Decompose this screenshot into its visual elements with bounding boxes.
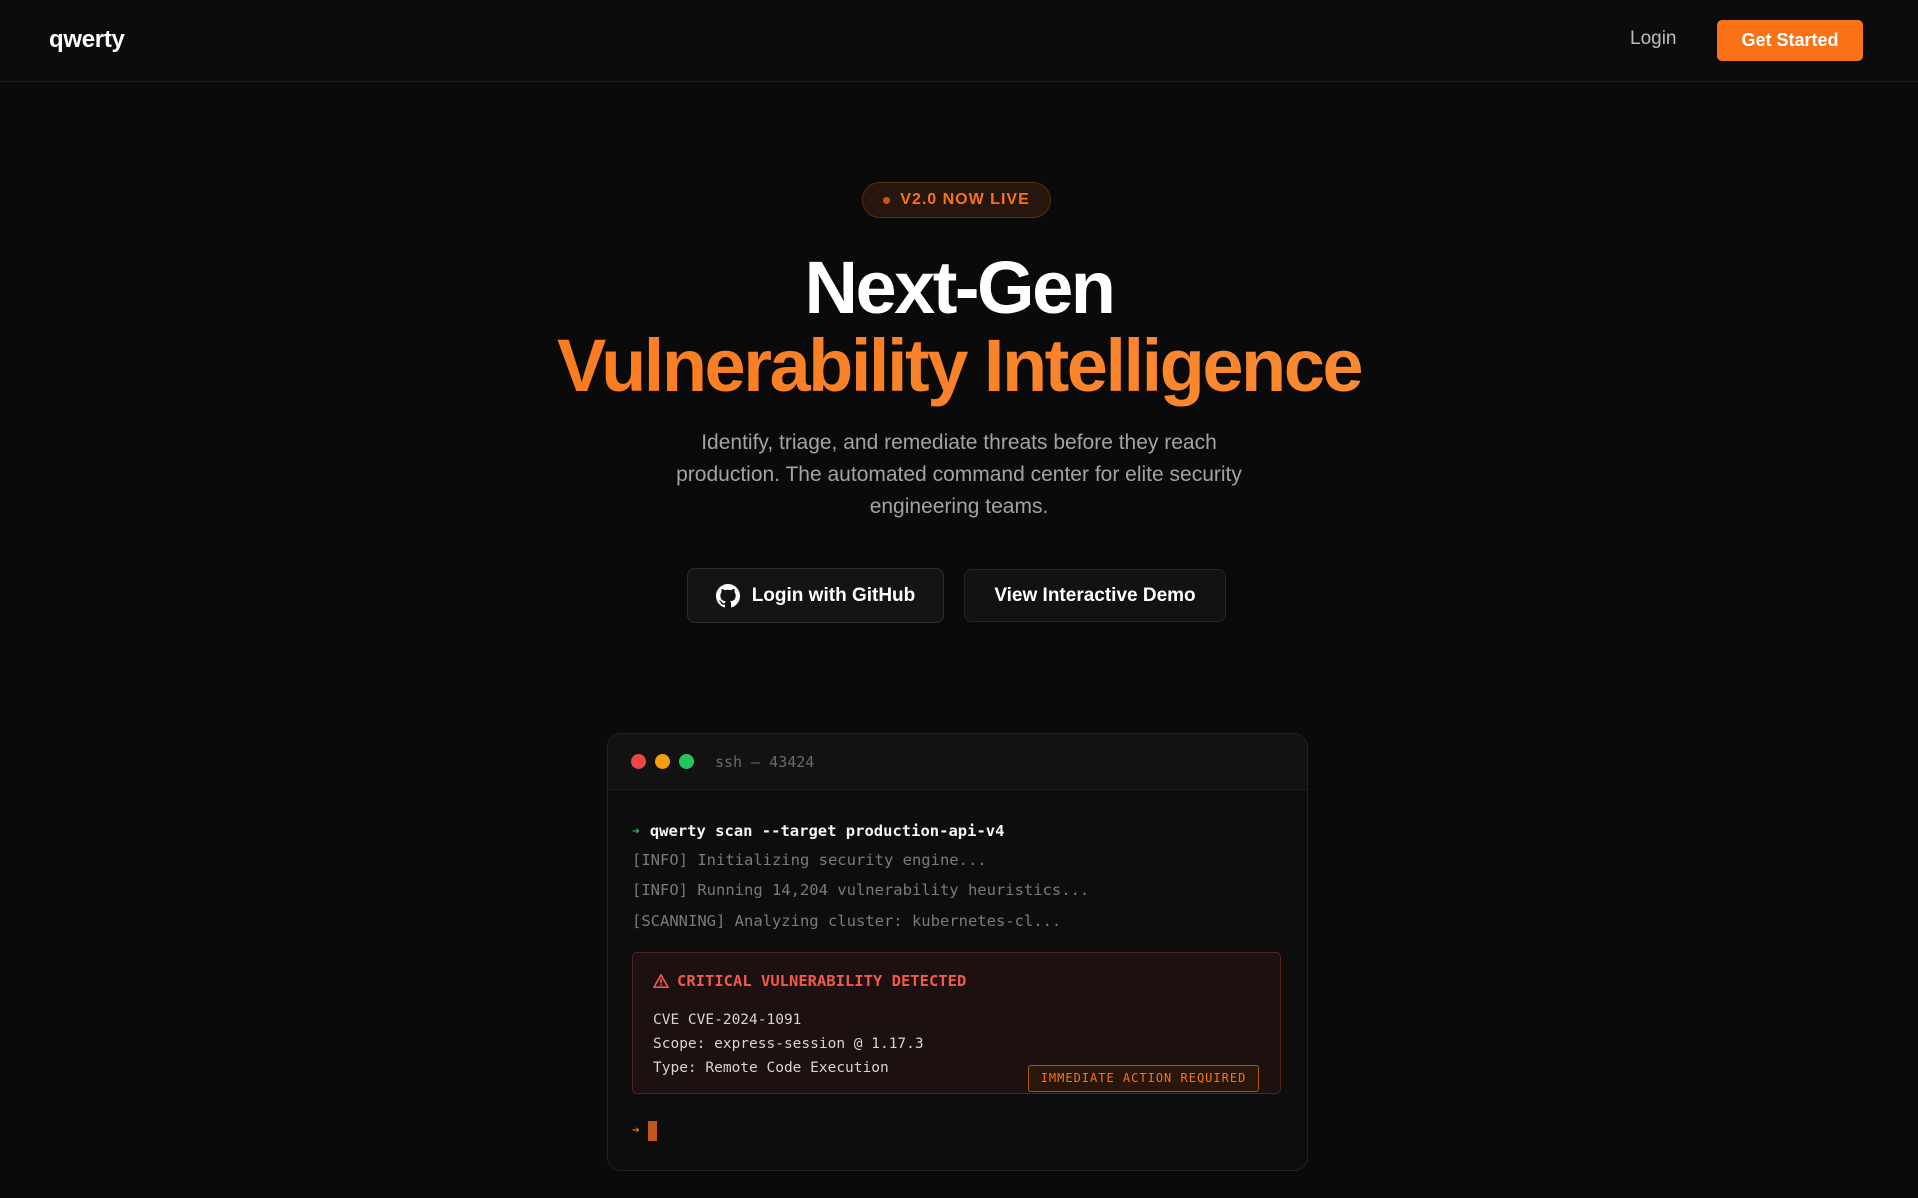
view-demo-button[interactable]: View Interactive Demo bbox=[964, 569, 1226, 622]
login-link[interactable]: Login bbox=[1630, 28, 1677, 50]
login-with-github-button[interactable]: Login with GitHub bbox=[687, 568, 944, 623]
github-icon bbox=[715, 583, 740, 607]
status-dot-icon bbox=[883, 196, 891, 204]
terminal-titlebar: ssh — 43424 bbox=[608, 734, 1307, 790]
scan-command: qwerty scan --target production-api-v4 bbox=[649, 822, 1005, 840]
version-badge: V2.0 NOW LIVE bbox=[862, 182, 1051, 218]
vulnerability-scope: Scope: express-session @ 1.17.3 bbox=[653, 1035, 924, 1052]
top-nav: qwerty Login Get Started bbox=[0, 0, 1918, 82]
action-required-badge: IMMEDIATE ACTION REQUIRED bbox=[1028, 1064, 1259, 1092]
critical-alert: CRITICAL VULNERABILITY DETECTED CVE CVE-… bbox=[632, 951, 1281, 1094]
command-line: ➔ qwerty scan --target production-api-v4 bbox=[632, 820, 1283, 842]
hero-title-line1: Next-Gen bbox=[804, 246, 1116, 329]
warning-icon bbox=[653, 973, 669, 988]
close-window-icon[interactable] bbox=[631, 754, 646, 769]
hero-subtitle: Identify, triage, and remediate threats … bbox=[676, 431, 1242, 518]
terminal-cursor bbox=[647, 1120, 657, 1141]
github-button-label: Login with GitHub bbox=[751, 584, 916, 606]
log-line: [SCANNING] Analyzing cluster: kubernetes… bbox=[632, 911, 1062, 930]
version-badge-label: V2.0 NOW LIVE bbox=[900, 191, 1030, 208]
hero-title-line2: Vulnerability Intelligence bbox=[0, 322, 1918, 410]
terminal-title: ssh — 43424 bbox=[715, 752, 815, 771]
cve-id: CVE CVE-2024-1091 bbox=[653, 1011, 802, 1028]
log-line: [INFO] Running 14,204 vulnerability heur… bbox=[632, 881, 1090, 899]
logo[interactable]: qwerty bbox=[49, 26, 125, 54]
prompt-arrow-icon: ➔ bbox=[632, 823, 640, 839]
alert-title: CRITICAL VULNERABILITY DETECTED bbox=[677, 971, 967, 990]
maximize-window-icon[interactable] bbox=[679, 754, 694, 769]
input-prompt[interactable]: ➔ bbox=[632, 1120, 1283, 1141]
terminal-body: ➔ qwerty scan --target production-api-v4… bbox=[608, 790, 1307, 1141]
terminal-window: ssh — 43424 ➔ qwerty scan --target produ… bbox=[607, 733, 1308, 1171]
prompt-arrow-icon: ➔ bbox=[632, 1123, 640, 1138]
minimize-window-icon[interactable] bbox=[655, 754, 670, 769]
get-started-button[interactable]: Get Started bbox=[1717, 20, 1863, 61]
log-line: [INFO] Initializing security engine... bbox=[632, 850, 987, 869]
